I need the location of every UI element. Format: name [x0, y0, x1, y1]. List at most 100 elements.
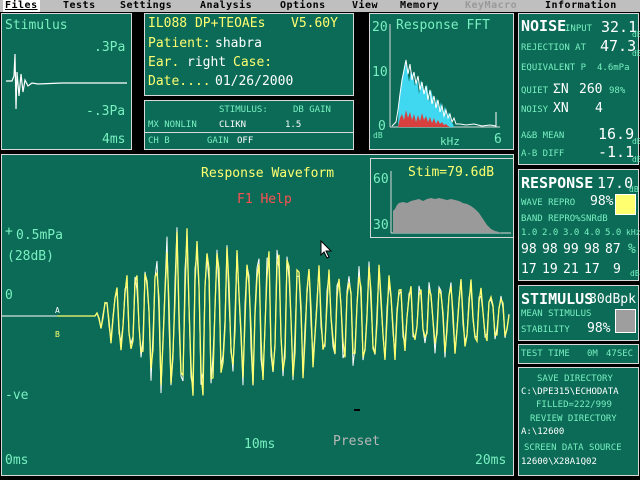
menu-analysis[interactable]: Analysis: [200, 0, 252, 12]
freq-unit: kHz: [626, 228, 640, 237]
repro-5: 87: [605, 242, 621, 257]
menu-files[interactable]: Files: [3, 0, 40, 12]
response-value: 17.0: [597, 174, 634, 192]
snr-5: 9: [613, 262, 621, 277]
ab-diff-db-unit: dB: [632, 155, 640, 164]
directories-panel: SAVE DIRECTORY C:\DPE315\ECHODATA FILLED…: [518, 367, 639, 476]
snr-1: 17: [521, 262, 537, 277]
review-directory-path[interactable]: A:\12600: [521, 428, 564, 437]
noisy-symbol: XN: [553, 101, 569, 116]
stability-value: 98%: [587, 321, 611, 336]
wave-repro-label: WAVE REPRO: [521, 198, 576, 208]
noise-panel: NOISE INPUT 32.1 dB REJECTION AT 47.3 dB…: [518, 13, 640, 165]
screen-source-path[interactable]: 12600\X28A1Q02: [521, 458, 597, 467]
db-gain-label: DB GAIN: [293, 105, 331, 115]
stim-settings-panel: STIMULUS: DB GAIN MX NONLIN CLIKN 1.5 CH…: [144, 100, 354, 150]
stimulus-status-title: STIMULUS: [521, 290, 594, 308]
menu-keymacro: KeyMacro: [465, 0, 518, 11]
stability-label: STABILITY: [521, 325, 570, 335]
menu-information[interactable]: Information: [545, 0, 617, 12]
device-version: V5.60Y: [291, 16, 338, 31]
test-time-seconds: 47SEC: [606, 349, 634, 359]
ear-value[interactable]: right: [187, 56, 226, 69]
menu-bar: Files Tests Settings Analysis Options Vi…: [0, 0, 640, 12]
gain-label: GAIN: [207, 136, 229, 146]
rejection-db-unit: dB: [632, 49, 640, 58]
mode-label: MX NONLIN: [148, 120, 197, 130]
mouse-cursor-icon: [320, 240, 333, 259]
menu-view[interactable]: View: [352, 0, 378, 12]
noisy-value: 4: [595, 101, 603, 116]
filled-count: FILLED=222/999: [536, 400, 612, 410]
quiet-pct: 98%: [609, 86, 626, 96]
freq-2: 2.0: [542, 228, 559, 238]
stimulus-setting-label: STIMULUS:: [219, 105, 268, 115]
band-repro-label: BAND REPRO%SNRdB: [521, 214, 608, 224]
stimulus-status-value: 80dBpk: [589, 292, 636, 307]
date-label: Date....: [148, 74, 211, 89]
menu-memory[interactable]: Memory: [400, 0, 439, 12]
date-value[interactable]: 01/26/2000: [215, 75, 293, 88]
wave-repro-value: 98%: [590, 194, 614, 209]
ab-diff-label: A-B DIFF: [521, 149, 565, 159]
snr-2: 19: [542, 262, 558, 277]
rejection-label: REJECTION AT: [521, 43, 587, 53]
snr-db-unit: dB: [630, 269, 640, 278]
fft-panel: Response FFT 20 10 0 dB kHz 6: [369, 13, 514, 150]
quiet-label: QUIET: [521, 86, 549, 96]
wave-repro-indicator: [615, 194, 636, 215]
channel-label: CH B: [148, 136, 170, 146]
quiet-value: 260: [579, 82, 603, 97]
response-title: RESPONSE: [521, 174, 594, 192]
mean-stimulus-label: MEAN STIMULUS: [521, 309, 592, 319]
patient-panel: IL088 DP+TEOAEs V5.60Y Patient: shabra E…: [144, 13, 354, 96]
freq-3: 3.0: [563, 228, 580, 238]
snr-3: 21: [563, 262, 579, 277]
ear-label: Ear.: [148, 55, 180, 70]
stimulus-trace: [6, 53, 127, 110]
response-db-unit: dB: [629, 185, 639, 194]
save-directory-path[interactable]: C:\DPE315\ECHODATA: [521, 388, 619, 397]
menu-tests[interactable]: Tests: [63, 0, 96, 12]
mode-value[interactable]: CLIKN: [219, 121, 246, 130]
repro-pct: %: [628, 242, 636, 257]
equivalent-label: EQUIVALENT P: [521, 63, 587, 73]
ab-mean-value: 16.9: [598, 125, 635, 143]
quiet-symbol: ΣN: [553, 82, 569, 97]
noise-title: NOISE: [521, 17, 567, 35]
patient-value[interactable]: shabra: [215, 37, 262, 50]
fft-spectrum: [389, 24, 500, 128]
ab-mean-label: A&B MEAN: [521, 131, 565, 141]
stimulus-panel: Stimulus .3Pa -.3Pa 4ms: [1, 13, 132, 150]
repro-3: 99: [563, 242, 579, 257]
menu-options[interactable]: Options: [280, 0, 326, 12]
gain-state[interactable]: OFF: [237, 137, 253, 146]
repro-1: 98: [521, 242, 537, 257]
ab-diff-value: -1.1: [598, 143, 635, 161]
gain-value[interactable]: 1.5: [285, 121, 301, 130]
rejection-value: 47.3: [600, 37, 637, 55]
stability-indicator: [615, 309, 636, 333]
freq-1: 1.0: [521, 228, 538, 238]
case-label: Case:: [233, 55, 273, 70]
settings-divider: [145, 132, 353, 133]
equivalent-value: 4.6mPa: [597, 63, 630, 73]
snr-4: 17: [584, 262, 600, 277]
freq-5: 5.0: [605, 228, 622, 238]
device-name: IL088 DP+TEOAEs: [148, 16, 266, 31]
screen-source-label: SCREEN DATA SOURCE: [524, 443, 622, 453]
stim-spectrum: [390, 171, 511, 234]
save-directory-label: SAVE DIRECTORY: [537, 374, 613, 384]
stim-inset-panel: Stim=79.6dB 60 30: [370, 158, 514, 238]
review-directory-label: REVIEW DIRECTORY: [530, 414, 617, 424]
repro-4: 98: [584, 242, 600, 257]
test-time-label: TEST TIME: [521, 349, 570, 359]
repro-2: 98: [542, 242, 558, 257]
test-time-panel: TEST TIME 0M 47SEC: [518, 344, 639, 364]
response-panel: RESPONSE 17.0 dB WAVE REPRO 98% BAND REP…: [518, 169, 640, 281]
input-label: INPUT: [565, 24, 593, 34]
freq-4: 4.0: [584, 228, 601, 238]
test-time-minutes: 0M: [587, 349, 598, 359]
menu-settings[interactable]: Settings: [120, 0, 172, 12]
patient-label: Patient:: [148, 36, 211, 51]
